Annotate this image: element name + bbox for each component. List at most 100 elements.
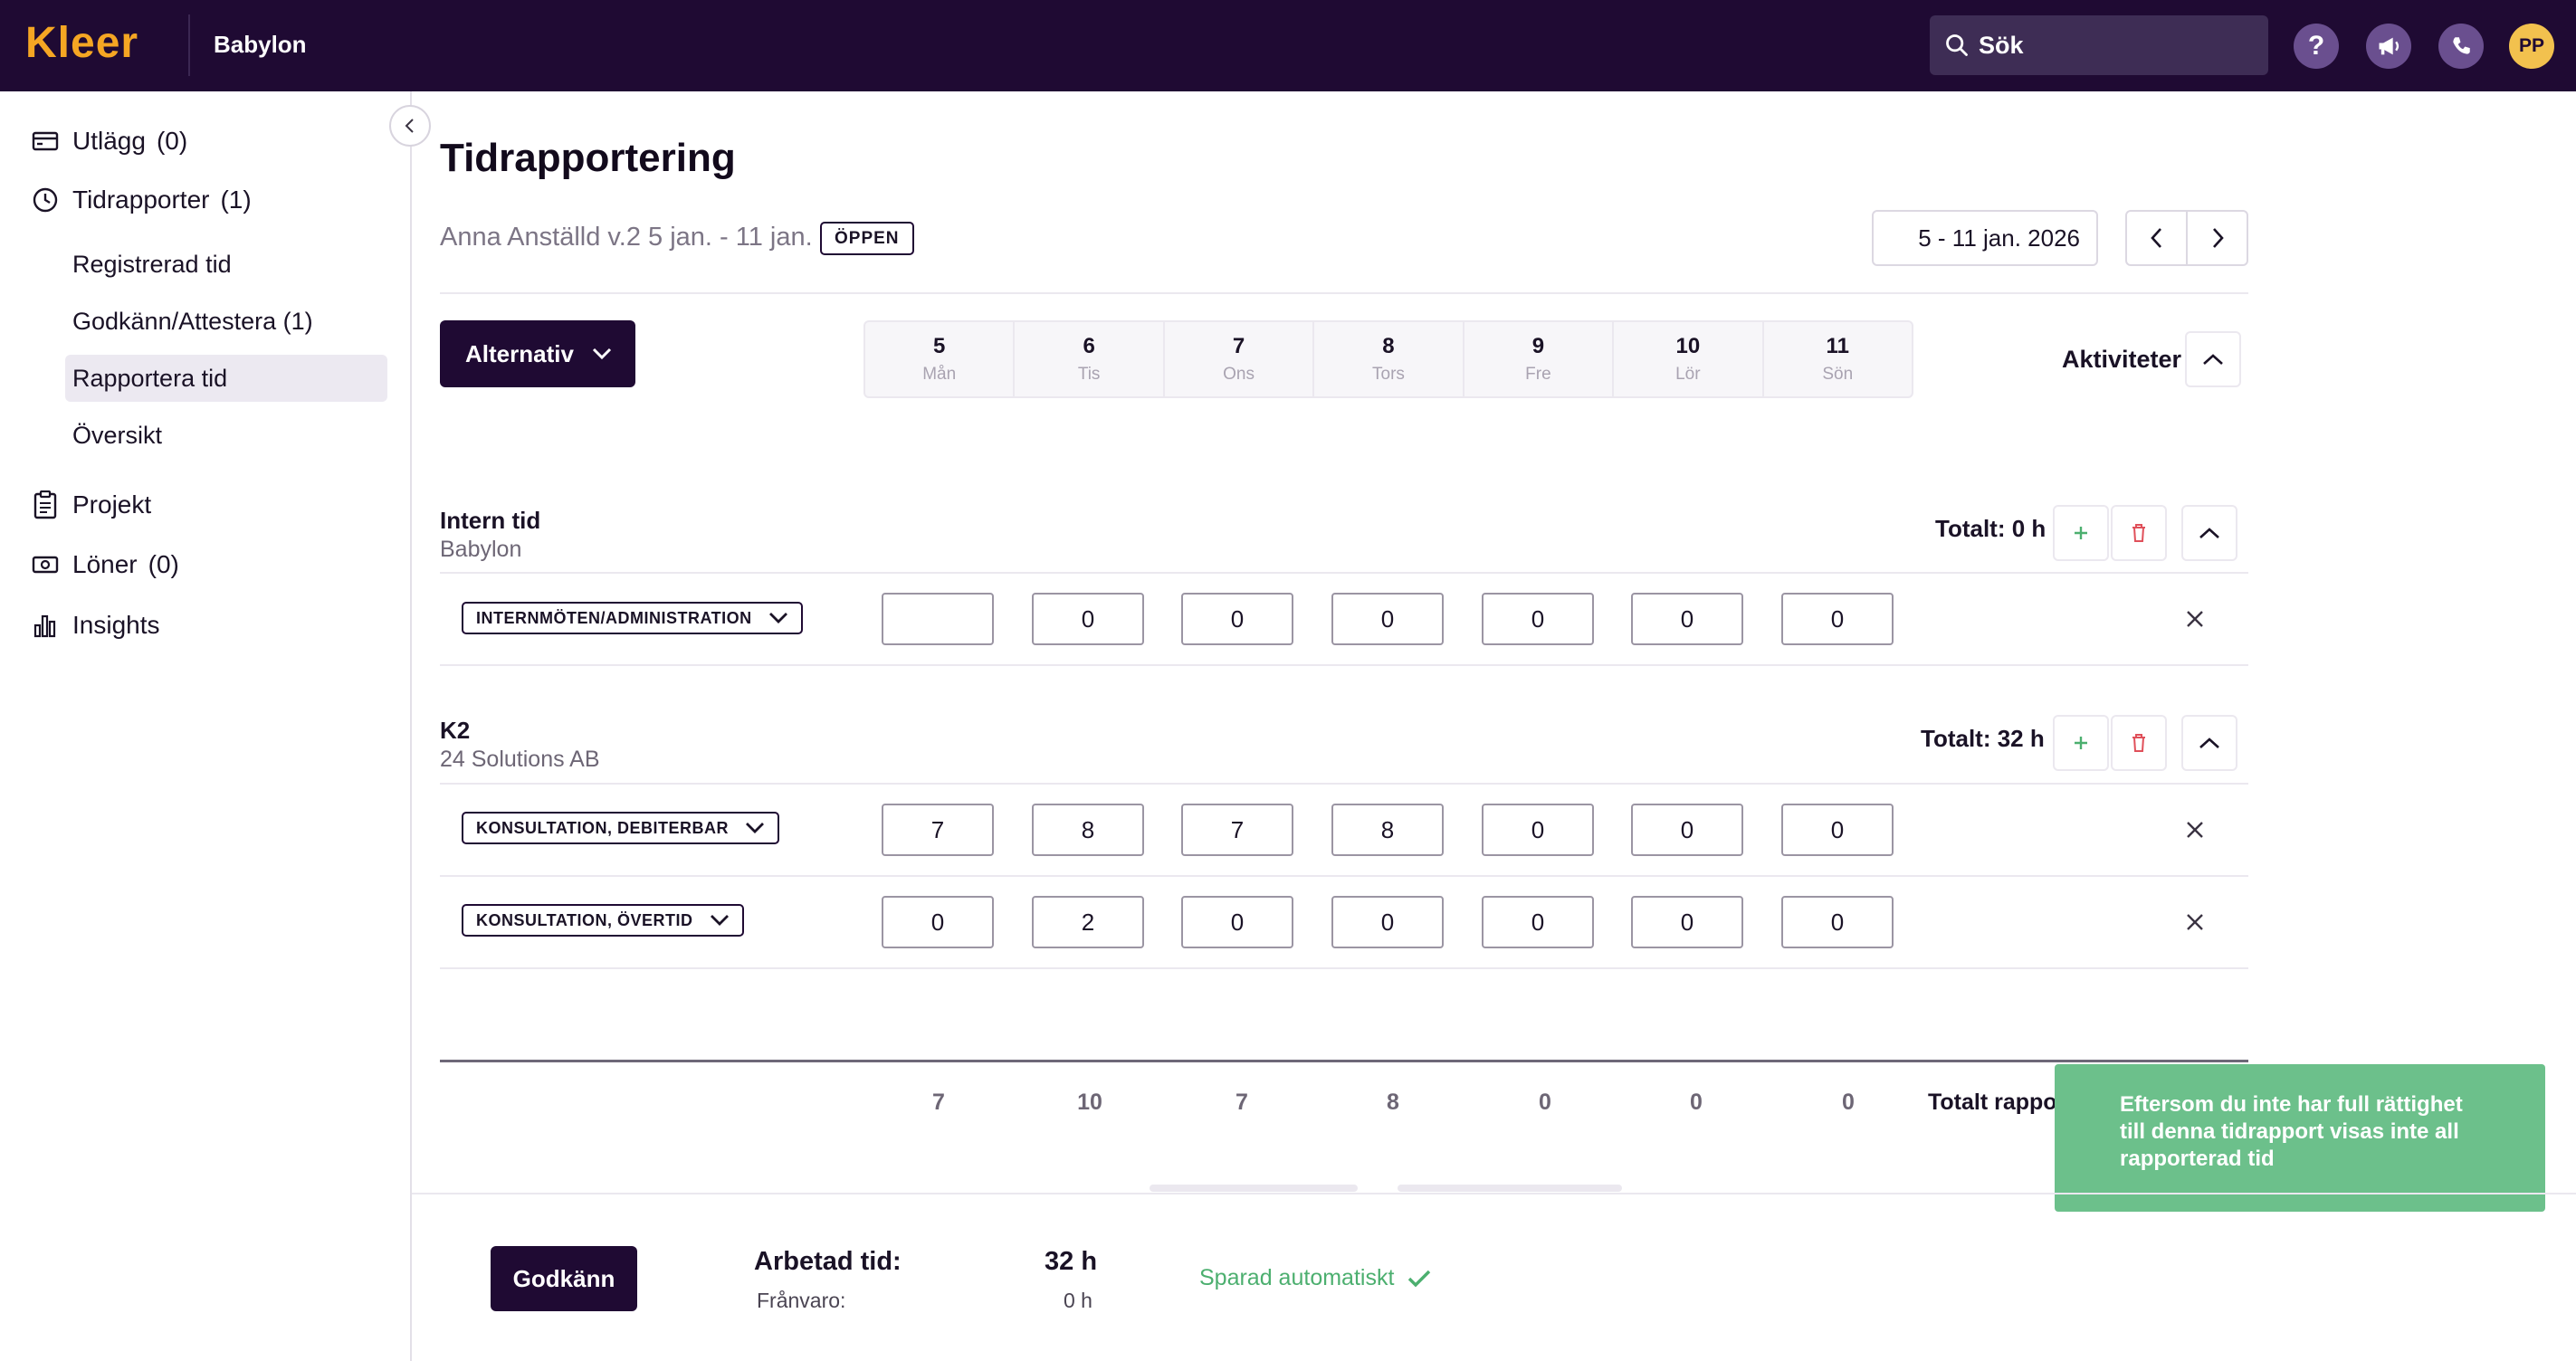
sidebar-item-label: Projekt xyxy=(72,490,152,519)
hours-input[interactable]: 0 xyxy=(1482,896,1594,948)
avatar[interactable]: PP xyxy=(2509,24,2554,69)
remove-row-button[interactable] xyxy=(2181,605,2209,633)
sidebar-item-count: (1) xyxy=(220,186,252,214)
day-name: Ons xyxy=(1223,365,1255,384)
worked-time-value: 32 h xyxy=(1045,1247,1098,1276)
totals-divider xyxy=(440,1060,2248,1062)
chevron-right-icon xyxy=(2212,228,2224,248)
row-divider xyxy=(440,783,2248,785)
sidebar-item-count: (0) xyxy=(156,127,188,155)
previous-week-button[interactable] xyxy=(2127,212,2188,264)
sidebar-item-count: (0) xyxy=(148,550,179,578)
next-week-button[interactable] xyxy=(2188,212,2247,264)
phone-icon[interactable] xyxy=(2438,24,2484,69)
trash-icon xyxy=(2132,734,2145,752)
row-divider xyxy=(440,967,2248,969)
hours-input[interactable]: 0 xyxy=(1032,593,1144,645)
hours-input[interactable] xyxy=(882,593,994,645)
chevron-left-icon xyxy=(2150,228,2161,248)
day-number: 5 xyxy=(933,334,946,358)
activity-select[interactable]: INTERNMÖTEN/ADMINISTRATION xyxy=(462,602,803,634)
autosave-text: Sparad automatiskt xyxy=(1199,1265,1395,1290)
hours-input[interactable]: 2 xyxy=(1032,896,1144,948)
day-number: 8 xyxy=(1382,334,1395,358)
hours-input[interactable]: 0 xyxy=(1331,593,1444,645)
avatar-initials: PP xyxy=(2518,35,2544,56)
remove-row-button[interactable] xyxy=(2181,909,2209,936)
options-button[interactable]: Alternativ xyxy=(440,320,635,387)
day-column: 8 Tors xyxy=(1314,322,1465,396)
hours-input[interactable]: 0 xyxy=(1781,593,1894,645)
hours-input[interactable]: 0 xyxy=(1482,593,1594,645)
help-icon[interactable]: ? xyxy=(2294,24,2339,69)
activities-collapse-button[interactable] xyxy=(2185,331,2241,387)
hours-input[interactable]: 0 xyxy=(1781,804,1894,856)
close-icon xyxy=(2187,822,2203,838)
hours-input[interactable]: 0 xyxy=(1631,804,1743,856)
logo-text: Kleer xyxy=(25,18,139,67)
day-number: 11 xyxy=(1826,334,1849,358)
sidebar-item-utlagg[interactable]: Utlägg (0) xyxy=(31,127,187,156)
sidebar-item-tidrapporter[interactable]: Tidrapporter (1) xyxy=(31,186,252,214)
sidebar-sub-rapportera[interactable]: Rapportera tid xyxy=(65,355,387,402)
group-collapse-button[interactable] xyxy=(2181,715,2237,771)
remove-row-button[interactable] xyxy=(2181,816,2209,843)
hours-input[interactable]: 0 xyxy=(1331,896,1444,948)
delete-group-button[interactable] xyxy=(2111,715,2167,771)
page-title: Tidrapportering xyxy=(440,136,736,180)
sidebar-sub-godkann[interactable]: Godkänn/Attestera (1) xyxy=(65,298,387,345)
kleer-logo[interactable]: Kleer xyxy=(25,18,139,67)
hours-input[interactable]: 0 xyxy=(1631,896,1743,948)
day-column: 11 Sön xyxy=(1764,322,1912,396)
absence-value: 0 h xyxy=(1064,1289,1092,1312)
week-navigation xyxy=(2125,210,2248,266)
hours-input[interactable]: 0 xyxy=(1482,804,1594,856)
approve-button[interactable]: Godkänn xyxy=(491,1246,637,1311)
hours-input[interactable]: 0 xyxy=(1631,593,1743,645)
horizontal-scrollbar-track[interactable] xyxy=(1398,1185,1622,1192)
close-icon xyxy=(2187,611,2203,627)
hours-input[interactable]: 7 xyxy=(1181,804,1293,856)
org-name[interactable]: Babylon xyxy=(214,31,307,59)
sidebar-item-projekt[interactable]: Projekt xyxy=(31,490,151,519)
add-row-button[interactable] xyxy=(2053,505,2109,561)
day-total: 7 xyxy=(1236,1090,1248,1115)
day-name: Mån xyxy=(922,365,957,384)
hours-input[interactable]: 8 xyxy=(1331,804,1444,856)
sidebar-item-loner[interactable]: Löner (0) xyxy=(31,550,179,579)
activity-select[interactable]: KONSULTATION, DEBITERBAR xyxy=(462,812,779,844)
group-title: Intern tid xyxy=(440,507,541,534)
add-row-button[interactable] xyxy=(2053,715,2109,771)
hours-input[interactable]: 0 xyxy=(1181,896,1293,948)
hours-input[interactable]: 8 xyxy=(1032,804,1144,856)
options-label: Alternativ xyxy=(465,339,574,367)
row-divider xyxy=(440,664,2248,666)
horizontal-scrollbar[interactable] xyxy=(1150,1185,1358,1192)
cash-icon xyxy=(31,550,60,579)
delete-group-button[interactable] xyxy=(2111,505,2167,561)
activity-label: KONSULTATION, ÖVERTID xyxy=(476,910,693,929)
search-input[interactable]: Sök xyxy=(1930,15,2268,75)
sidebar-sub-oversikt[interactable]: Översikt xyxy=(65,412,387,459)
day-column: 10 Lör xyxy=(1614,322,1764,396)
sidebar-collapse-button[interactable] xyxy=(389,105,431,147)
chevron-down-icon xyxy=(592,347,611,360)
clock-icon xyxy=(31,186,60,214)
activity-select[interactable]: KONSULTATION, ÖVERTID xyxy=(462,904,744,937)
hours-input[interactable]: 0 xyxy=(1181,593,1293,645)
search-icon xyxy=(1946,34,1968,56)
sidebar-sub-registrerad[interactable]: Registrerad tid xyxy=(65,241,387,288)
hours-input[interactable]: 0 xyxy=(882,896,994,948)
plus-icon xyxy=(2075,737,2087,749)
megaphone-icon[interactable] xyxy=(2366,24,2411,69)
search-placeholder: Sök xyxy=(1979,31,2024,59)
chevron-up-icon xyxy=(2199,738,2219,748)
sidebar-item-insights[interactable]: Insights xyxy=(31,611,160,640)
group-collapse-button[interactable] xyxy=(2181,505,2237,561)
sidebar-item-label: Löner xyxy=(72,550,138,578)
status-badge: ÖPPEN xyxy=(820,222,914,255)
header-divider xyxy=(440,292,2248,294)
hours-input[interactable]: 7 xyxy=(882,804,994,856)
date-range-picker[interactable]: 5 - 11 jan. 2026 xyxy=(1872,210,2098,266)
hours-input[interactable]: 0 xyxy=(1781,896,1894,948)
